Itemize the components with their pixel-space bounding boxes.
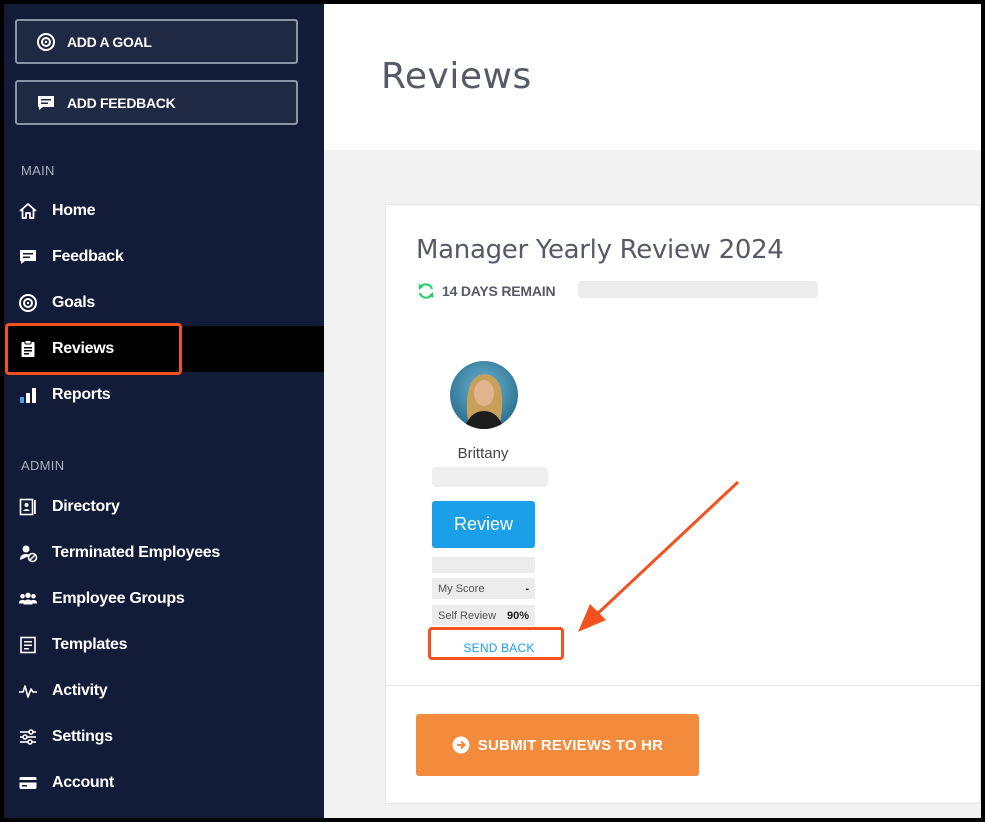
card-divider [386, 685, 981, 686]
employee-name: Brittany [457, 445, 509, 462]
refresh-icon [416, 281, 436, 301]
sliders-icon [18, 727, 38, 747]
submit-reviews-button[interactable]: SUBMIT REVIEWS TO HR [416, 714, 699, 776]
feedback-icon [18, 247, 38, 267]
redacted-bar [578, 281, 818, 298]
reviews-highlight-annotation [5, 323, 182, 375]
self-review-value: 90% [506, 609, 529, 622]
sidebar-item-home[interactable]: Home [4, 188, 324, 234]
home-icon [18, 201, 38, 221]
target-icon [35, 31, 57, 53]
sidebar-item-employee-groups[interactable]: Employee Groups [4, 576, 324, 622]
sidebar-item-account[interactable]: Account [4, 760, 324, 806]
self-review-label: Self Review [438, 609, 497, 622]
submit-reviews-label: SUBMIT REVIEWS TO HR [477, 736, 664, 754]
sidebar-item-label: Templates [52, 636, 128, 653]
sidebar-item-label: Feedback [52, 248, 124, 265]
directory-icon [18, 497, 38, 517]
arrow-circle-right-icon [452, 736, 470, 754]
review-button[interactable]: Review [432, 501, 535, 548]
sidebar-item-label: Home [52, 202, 96, 219]
admin-section-label: ADMIN [21, 458, 65, 473]
sidebar-item-label: Directory [52, 498, 120, 515]
redacted-bar [432, 557, 535, 573]
sidebar-item-templates[interactable]: Templates [4, 622, 324, 668]
bar-chart-icon [18, 385, 38, 405]
sidebar-item-label: Employee Groups [52, 590, 185, 607]
review-card: Manager Yearly Review 2024 14 DAYS REMAI… [385, 204, 981, 804]
review-title: Manager Yearly Review 2024 [416, 235, 784, 265]
self-review-row: Self Review 90% [432, 605, 535, 626]
add-feedback-label: ADD FEEDBACK [67, 94, 176, 111]
template-icon [18, 635, 38, 655]
sidebar-item-label: Settings [52, 728, 113, 745]
sidebar-item-label: Terminated Employees [52, 544, 220, 561]
employee-avatar [450, 361, 518, 429]
sidebar-item-reports[interactable]: Reports [4, 372, 324, 418]
sidebar-item-terminated-employees[interactable]: Terminated Employees [4, 530, 324, 576]
add-goal-button[interactable]: ADD A GOAL [15, 19, 298, 64]
feedback-icon [35, 92, 57, 114]
send-back-highlight-annotation [428, 627, 564, 660]
activity-icon [18, 681, 38, 701]
sidebar-item-label: Goals [52, 294, 95, 311]
sidebar-item-label: Account [52, 774, 114, 791]
sidebar-item-activity[interactable]: Activity [4, 668, 324, 714]
sidebar-item-label: Reports [52, 386, 111, 403]
my-score-row: My Score - [432, 578, 535, 599]
app-window: ADD A GOAL ADD FEEDBACK MAIN Home Feedba… [4, 4, 981, 818]
sidebar-item-feedback[interactable]: Feedback [4, 234, 324, 280]
terminated-user-icon [18, 543, 38, 563]
main-section-label: MAIN [21, 163, 55, 178]
page-header: Reviews [324, 4, 981, 150]
redacted-bar [432, 467, 548, 487]
group-icon [18, 589, 38, 609]
add-goal-label: ADD A GOAL [67, 33, 152, 50]
sidebar-item-settings[interactable]: Settings [4, 714, 324, 760]
sidebar-item-directory[interactable]: Directory [4, 484, 324, 530]
my-score-value: - [525, 582, 529, 595]
days-remaining: 14 DAYS REMAIN [416, 281, 556, 301]
sidebar: ADD A GOAL ADD FEEDBACK MAIN Home Feedba… [4, 4, 324, 818]
target-icon [18, 293, 38, 313]
add-feedback-button[interactable]: ADD FEEDBACK [15, 80, 298, 125]
sidebar-item-label: Activity [52, 682, 108, 699]
sidebar-item-goals[interactable]: Goals [4, 280, 324, 326]
credit-card-icon [18, 773, 38, 793]
days-remaining-label: 14 DAYS REMAIN [442, 283, 556, 299]
page-title: Reviews [381, 56, 532, 97]
my-score-label: My Score [438, 582, 485, 595]
